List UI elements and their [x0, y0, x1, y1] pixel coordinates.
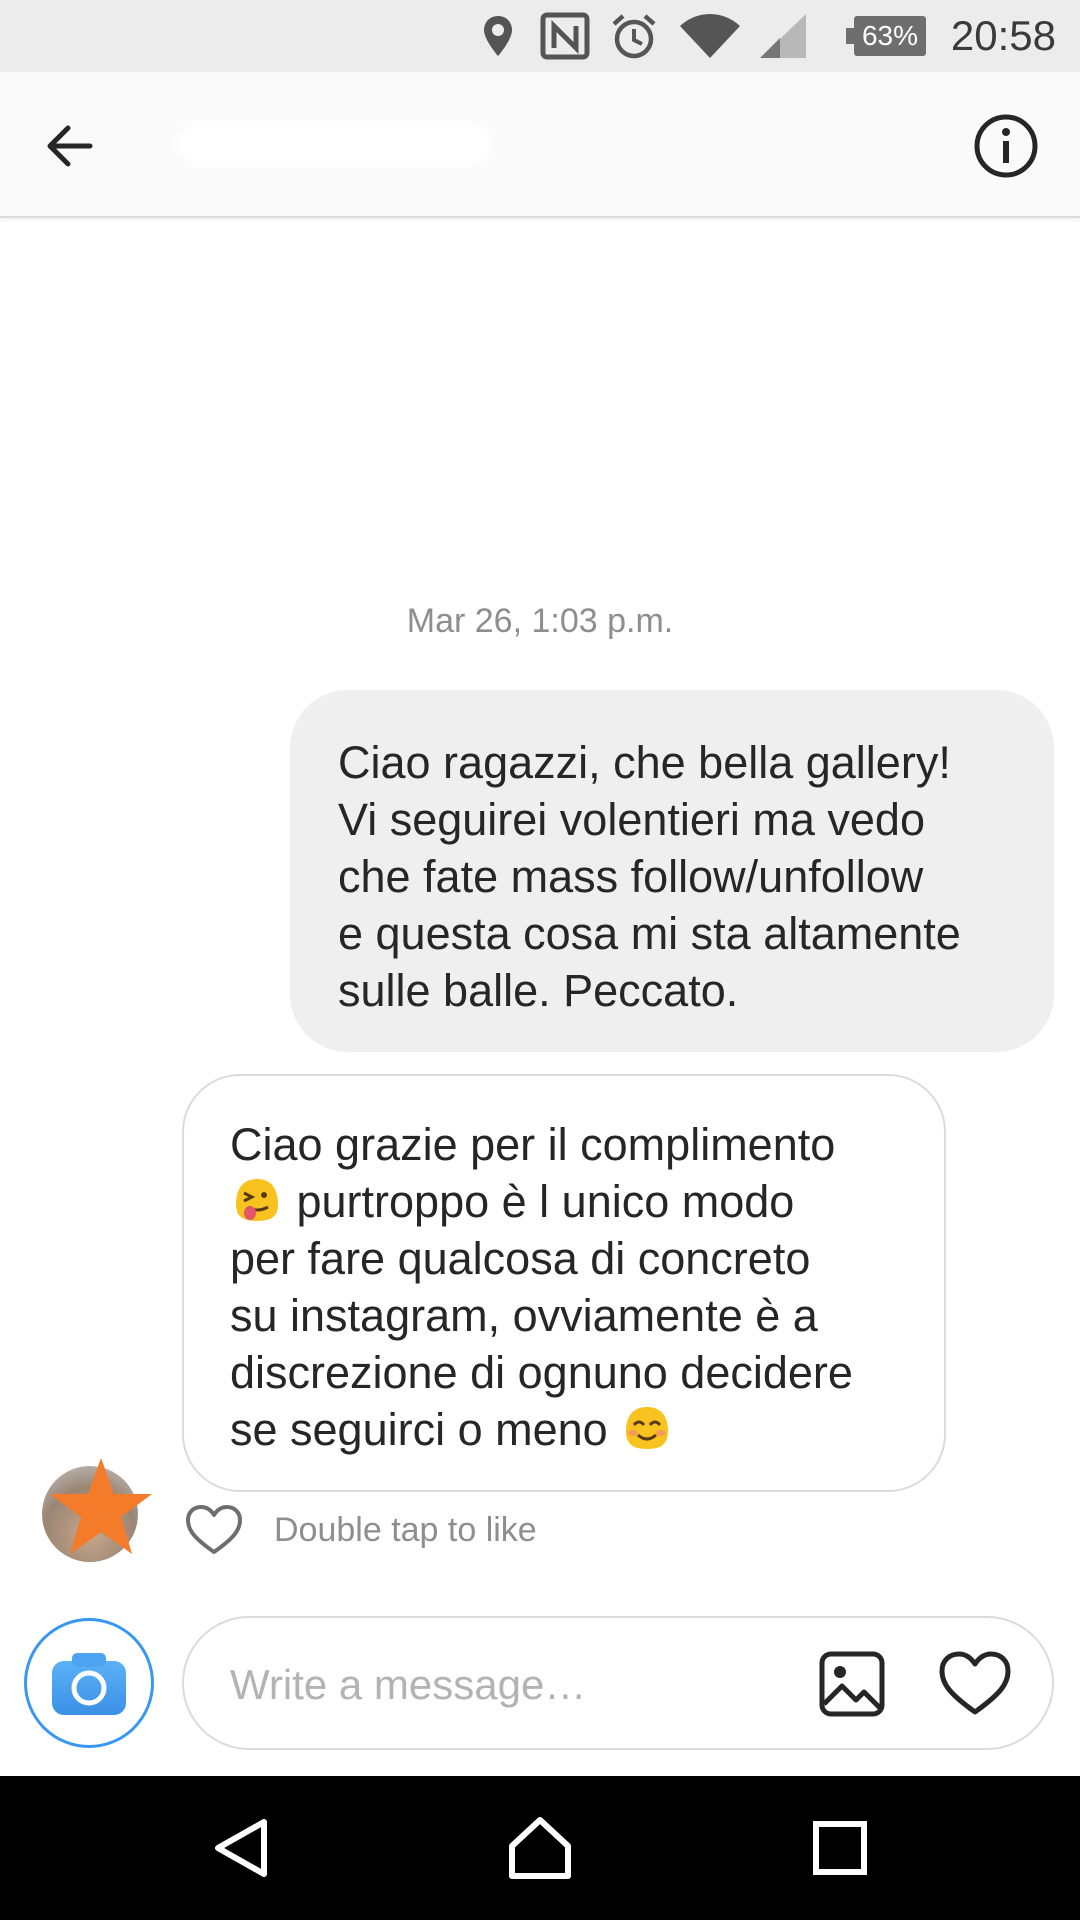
star-icon: [50, 1458, 152, 1554]
message-text-line: Ciao grazie per il complimento: [230, 1119, 836, 1170]
thread-header: [0, 72, 1080, 218]
status-bar: 63% 20:58: [0, 0, 1080, 72]
arrow-left-icon[interactable]: [40, 116, 100, 176]
double-tap-hint: Double tap to like: [274, 1511, 537, 1549]
alarm-icon: [612, 14, 656, 59]
wifi-icon: [680, 14, 740, 58]
message-text: Ciao ragazzi, che bella gallery! Vi segu…: [338, 737, 961, 1016]
nav-home-icon[interactable]: [508, 1816, 572, 1880]
smiling-eyes-emoji: [626, 1407, 669, 1449]
message-composer: [182, 1616, 1054, 1750]
message-text-line: purtroppo è l unico modo: [284, 1176, 795, 1227]
clock: 20:58: [950, 12, 1056, 59]
message-timestamp: Mar 26, 1:03 p.m.: [406, 602, 674, 640]
system-nav-bar: [0, 1776, 1080, 1920]
battery-percent: 63%: [861, 20, 919, 51]
message-input[interactable]: [228, 1648, 752, 1722]
nav-recents-icon[interactable]: [808, 1816, 872, 1880]
heart-icon[interactable]: [938, 1650, 1012, 1718]
camera-icon: [52, 1653, 126, 1715]
tongue-wink-emoji: [236, 1179, 278, 1221]
info-icon[interactable]: [972, 112, 1040, 180]
image-icon[interactable]: [818, 1650, 886, 1718]
camera-button[interactable]: [24, 1618, 154, 1748]
location-icon: [484, 16, 512, 56]
battery-icon: 63%: [846, 16, 926, 56]
message-text-line: per fare qualcosa di concreto su instagr…: [230, 1233, 853, 1455]
incoming-message-bubble[interactable]: Ciao grazie per il complimento purtroppo…: [182, 1074, 946, 1492]
outgoing-message-bubble[interactable]: Ciao ragazzi, che bella gallery! Vi segu…: [290, 690, 1054, 1052]
nav-back-icon[interactable]: [210, 1816, 274, 1880]
username-redacted[interactable]: [176, 122, 492, 166]
signal-icon: [760, 14, 806, 58]
nfc-icon: [540, 12, 590, 60]
heart-icon[interactable]: [184, 1504, 244, 1556]
message-text: Ciao grazie per il complimento purtroppo…: [230, 1116, 904, 1458]
